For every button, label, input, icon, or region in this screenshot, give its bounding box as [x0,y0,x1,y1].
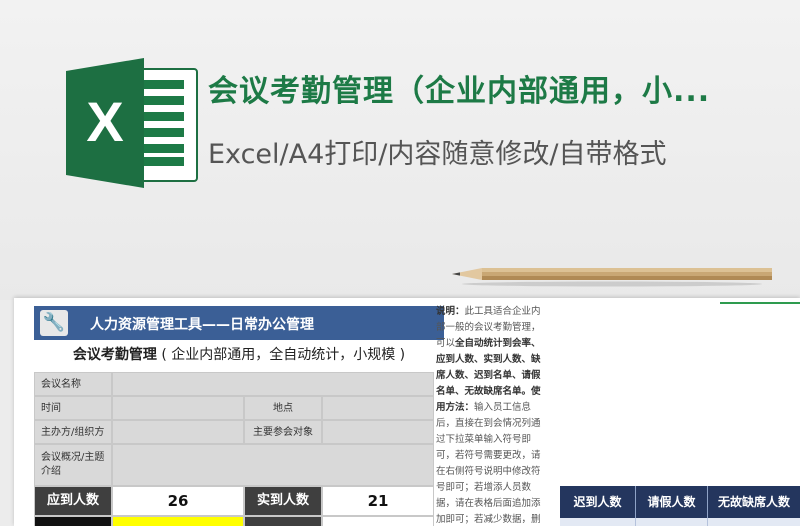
expected-count-label: 应到人数 [34,486,112,516]
main-attendees-field[interactable] [322,420,434,444]
label-host: 主办方/组织方 [34,420,112,444]
host-field[interactable] [112,420,244,444]
tool-title: 人力资源管理工具——日常办公管理 [90,317,314,333]
next-row-label [34,516,112,526]
next-row-highlight [112,516,244,526]
next-row-label-2 [244,516,322,526]
spreadsheet-preview: 🔧 人力资源管理工具——日常办公管理 会议考勤管理 ( 企业内部通用，全自动统计… [14,298,800,526]
absent-count-cell [708,518,800,526]
time-field[interactable] [112,396,244,420]
leave-count-header: 请假人数 [636,486,708,518]
late-count-cell [560,518,636,526]
stats-table: 迟到人数 请假人数 无故缺席人数 [560,486,800,526]
green-accent-line [720,302,800,304]
instructions-lead: 说明： [436,306,465,317]
next-row-value-2 [322,516,434,526]
leave-count-cell [636,518,708,526]
page-title: 会议考勤管理（企业内部通用，小... [208,74,711,109]
wrench-icon: 🔧 [40,310,68,336]
excel-letter: X [86,90,124,153]
label-summary: 会议概况/主题介绍 [34,444,112,486]
label-time: 时间 [34,396,112,420]
expected-count-value: 26 [112,486,244,516]
form-title: 会议考勤管理 ( 企业内部通用，全自动统计，小规模 ) [34,344,444,368]
excel-icon: X [66,58,198,188]
pencil-icon [452,268,772,287]
instructions-p2: 输入员工信息后，直接在到会情况列通过下拉菜单输入符号即可，若符号需要更改，请在右… [436,402,541,525]
page-subtitle: Excel/A4打印/内容随意修改/自带格式 [208,139,667,170]
label-meeting-name: 会议名称 [34,372,112,396]
absent-count-header: 无故缺席人数 [708,486,800,518]
summary-field[interactable] [112,444,434,486]
meeting-name-field[interactable] [112,372,434,396]
actual-count-label: 实到人数 [244,486,322,516]
instructions-text: 说明：此工具适合企业内部一般的会议考勤管理，可以全自动统计到会率、应到人数、实到… [436,304,548,526]
label-main-attendees: 主要参会对象 [244,420,322,444]
location-field[interactable] [322,396,434,420]
tool-header: 🔧 人力资源管理工具——日常办公管理 [34,306,444,340]
form-title-main: 会议考勤管理 [72,347,157,363]
form-title-note: ( 企业内部通用，全自动统计，小规模 ) [161,347,406,363]
actual-count-value: 21 [322,486,434,516]
label-location: 地点 [244,396,322,420]
late-count-header: 迟到人数 [560,486,636,518]
